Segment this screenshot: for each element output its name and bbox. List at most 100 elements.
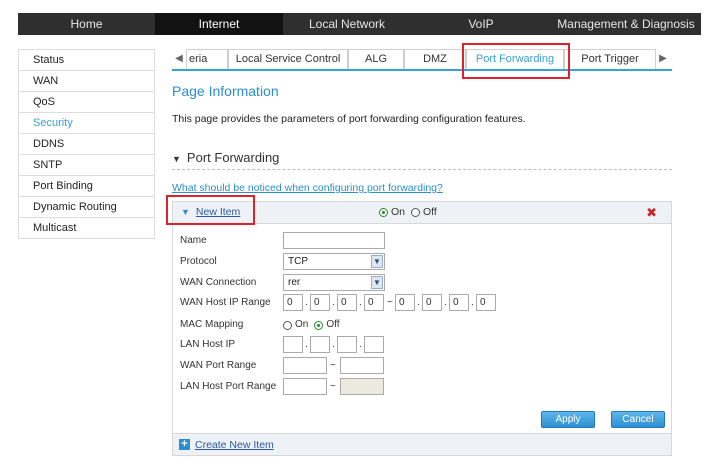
wan-ip-range-label: WAN Host IP Range — [180, 297, 271, 308]
item-on-label: On — [391, 206, 406, 218]
sidebar-item-status[interactable]: Status — [18, 50, 155, 71]
tab-port-trigger[interactable]: Port Trigger — [564, 49, 656, 69]
apply-button[interactable]: Apply — [541, 411, 595, 428]
chevron-down-icon: ▼ — [371, 276, 383, 289]
notice-help-link[interactable]: What should be noticed when configuring … — [172, 182, 443, 194]
name-row: Name — [180, 232, 660, 250]
nav-voip[interactable]: VoIP — [411, 13, 551, 35]
sidebar-item-security[interactable]: Security — [18, 113, 155, 134]
sidebar-item-dynamic-routing[interactable]: Dynamic Routing — [18, 197, 155, 218]
create-new-item-link[interactable]: Create New Item — [195, 439, 274, 451]
delete-item-icon[interactable]: ✖ — [646, 205, 657, 221]
wan-port-range-label: WAN Port Range — [180, 360, 257, 371]
ip-dot: . — [417, 297, 420, 308]
wan-connection-label: WAN Connection — [180, 277, 257, 288]
nav-local-network[interactable]: Local Network — [283, 13, 411, 35]
section-title: Port Forwarding — [186, 150, 280, 165]
tab-dmz[interactable]: DMZ — [404, 49, 466, 69]
ip-dot: . — [305, 297, 308, 308]
lan-port-end-input — [340, 378, 384, 395]
tab-alg[interactable]: ALG — [348, 49, 404, 69]
collapse-triangle-icon: ▼ — [172, 154, 181, 164]
tab-criteria[interactable]: eria — [186, 49, 228, 69]
tab-bar: ◀ eria Local Service Control ALG DMZ Por… — [172, 49, 672, 71]
port-range-tilde: ~ — [330, 381, 336, 392]
sidebar-item-qos[interactable]: QoS — [18, 92, 155, 113]
wan-ip-start-octet-2[interactable]: 0 — [310, 294, 330, 311]
lan-ip-octet-1[interactable] — [283, 336, 303, 353]
mac-on-label: On — [295, 319, 309, 330]
sidebar-item-port-binding[interactable]: Port Binding — [18, 176, 155, 197]
item-on-radio[interactable]: On — [379, 206, 405, 218]
sidebar-item-wan[interactable]: WAN — [18, 71, 155, 92]
item-off-radio[interactable]: Off — [411, 206, 437, 218]
mac-mapping-label: MAC Mapping — [180, 319, 244, 330]
radio-unselected-icon — [283, 320, 292, 330]
sidebar: Status WAN QoS Security DDNS SNTP Port B… — [18, 49, 155, 239]
ip-dot: . — [332, 339, 335, 350]
sidebar-item-ddns[interactable]: DDNS — [18, 134, 155, 155]
radio-selected-icon — [379, 207, 388, 217]
wan-ip-start-octet-4[interactable]: 0 — [364, 294, 384, 311]
ip-dot: . — [444, 297, 447, 308]
wan-ip-start-octet-3[interactable]: 0 — [337, 294, 357, 311]
sidebar-item-sntp[interactable]: SNTP — [18, 155, 155, 176]
wan-connection-select[interactable]: rer ▼ — [283, 274, 385, 291]
protocol-select[interactable]: TCP ▼ — [283, 253, 385, 270]
protocol-row: Protocol TCP ▼ — [180, 253, 660, 271]
lan-port-range-label: LAN Host Port Range — [180, 381, 277, 392]
nav-internet[interactable]: Internet — [155, 13, 283, 35]
lan-ip-row: LAN Host IP . . . — [180, 336, 660, 354]
wan-ip-end-octet-1[interactable]: 0 — [395, 294, 415, 311]
mac-off-label: Off — [326, 319, 340, 330]
wan-ip-start-octet-1[interactable]: 0 — [283, 294, 303, 311]
wan-ip-end-octet-4[interactable]: 0 — [476, 294, 496, 311]
wan-ip-end-octet-3[interactable]: 0 — [449, 294, 469, 311]
ip-dot: . — [359, 339, 362, 350]
page-description: This page provides the parameters of por… — [172, 113, 526, 125]
cancel-button[interactable]: Cancel — [611, 411, 665, 428]
wan-port-start-input[interactable] — [283, 357, 327, 374]
port-range-tilde: ~ — [330, 360, 336, 371]
chevron-down-icon: ▼ — [371, 255, 383, 268]
wan-connection-row: WAN Connection rer ▼ — [180, 274, 660, 292]
wan-connection-value: rer — [288, 277, 301, 288]
ip-range-tilde: ~ — [387, 297, 393, 308]
lan-ip-octet-3[interactable] — [337, 336, 357, 353]
ip-dot: . — [471, 297, 474, 308]
radio-selected-icon — [314, 320, 324, 330]
ip-dot: . — [305, 339, 308, 350]
tab-port-forwarding[interactable]: Port Forwarding — [466, 49, 564, 69]
port-forwarding-item-panel: ▼ New Item On Off ✖ Name Protocol TCP ▼ WA… — [172, 201, 672, 456]
name-input[interactable] — [283, 232, 385, 249]
page-title: Page Information — [172, 83, 279, 99]
item-header: ▼ New Item On Off ✖ — [173, 202, 671, 224]
wan-ip-range-row: WAN Host IP Range 0 . 0 . 0 . 0 ~ 0 . 0 … — [180, 294, 660, 312]
tab-local-service-control[interactable]: Local Service Control — [228, 49, 348, 69]
lan-ip-octet-4[interactable] — [364, 336, 384, 353]
expand-triangle-icon: ▼ — [181, 207, 190, 217]
sidebar-item-multicast[interactable]: Multicast — [18, 218, 155, 239]
mac-mapping-row: MAC Mapping On Off — [180, 316, 660, 334]
mac-on-radio[interactable]: On — [283, 316, 308, 334]
section-header[interactable]: ▼ Port Forwarding — [172, 150, 672, 170]
item-enable-radios: On Off — [379, 206, 437, 218]
plus-icon[interactable]: + — [179, 439, 190, 450]
wan-port-range-row: WAN Port Range ~ — [180, 357, 660, 375]
ip-dot: . — [359, 297, 362, 308]
tab-scroll-right-icon[interactable]: ▶ — [656, 49, 670, 69]
protocol-value: TCP — [288, 256, 308, 267]
nav-home[interactable]: Home — [18, 13, 155, 35]
mac-off-radio[interactable]: Off — [314, 316, 340, 334]
lan-ip-octet-2[interactable] — [310, 336, 330, 353]
tab-scroll-left-icon[interactable]: ◀ — [172, 49, 186, 69]
nav-management-diagnosis[interactable]: Management & Diagnosis — [551, 13, 701, 35]
new-item-toggle[interactable]: ▼ New Item — [181, 206, 240, 218]
lan-port-start-input[interactable] — [283, 378, 327, 395]
top-navigation: Home Internet Local Network VoIP Managem… — [18, 13, 701, 35]
ip-dot: . — [332, 297, 335, 308]
wan-ip-end-octet-2[interactable]: 0 — [422, 294, 442, 311]
lan-port-range-row: LAN Host Port Range ~ — [180, 378, 660, 396]
wan-port-end-input[interactable] — [340, 357, 384, 374]
item-off-label: Off — [423, 206, 437, 218]
